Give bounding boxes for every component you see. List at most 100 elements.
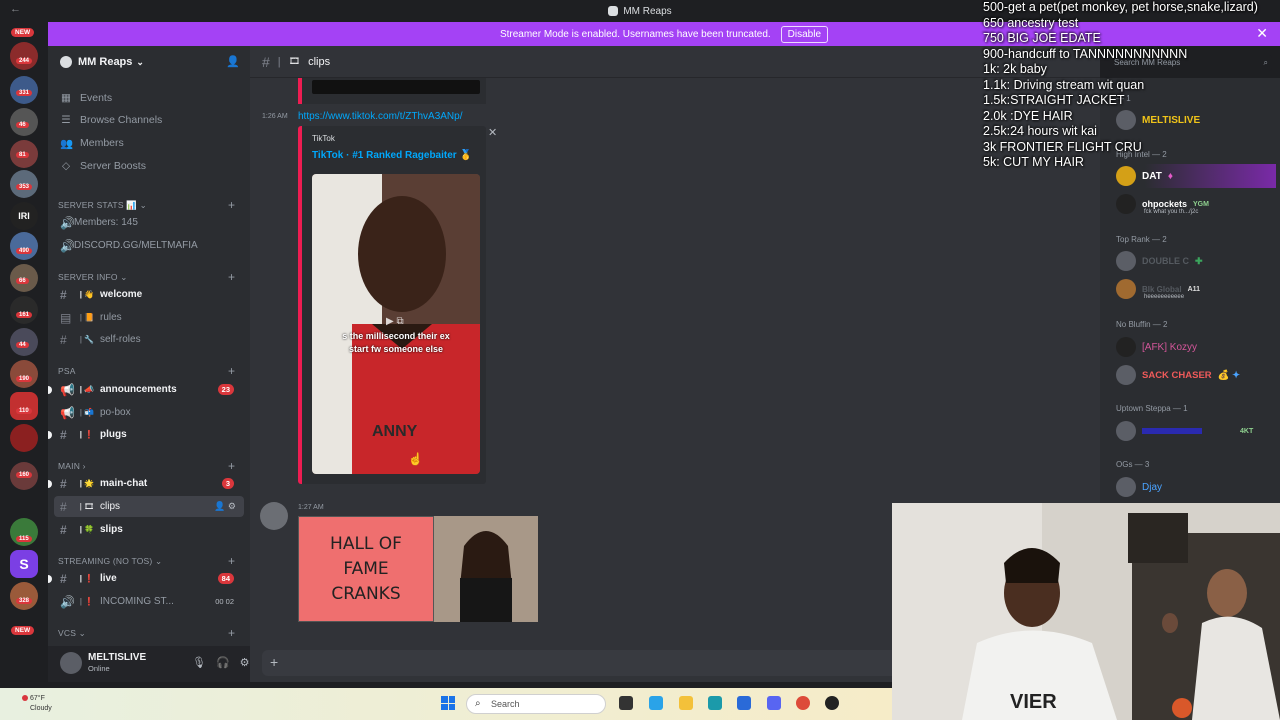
server-icon[interactable] [10, 232, 38, 260]
file-explorer-icon[interactable] [679, 696, 693, 710]
back-arrow-icon[interactable]: ← [10, 3, 21, 15]
category-streaming[interactable]: STREAMING (NO TOS) ⌄ + [58, 554, 235, 568]
embed-title[interactable]: TikTok · #1 Ranked Ragebaiter 🥇 [312, 150, 472, 161]
nav-browse-channels[interactable]: ☰ Browse Channels [60, 110, 162, 130]
member-item[interactable]: 4KT [1116, 420, 1253, 442]
goal-line: 3k FRONTIER FLIGHT CRU [983, 139, 1142, 154]
settings-icon[interactable]: 👤 ⚙ [214, 501, 236, 512]
mention-badge: 81 [16, 152, 29, 158]
member-item[interactable]: ohpockets YGM fck what you th.../j2c [1116, 193, 1209, 215]
avatar [1116, 279, 1136, 299]
server-icon-selected[interactable] [10, 392, 38, 420]
add-channel-icon[interactable]: + [228, 198, 235, 212]
member-category: No Bluffin — 2 [1116, 320, 1168, 329]
server-icon-s[interactable]: S [10, 550, 38, 578]
avatar[interactable] [60, 652, 82, 674]
channel-slips[interactable]: # | 🍀 slips [54, 519, 244, 540]
taskbar-search[interactable]: ⌕ Search [466, 694, 606, 714]
server-icon[interactable] [10, 296, 38, 324]
channel-main-chat[interactable]: # | 🌟 main-chat 3 [48, 473, 244, 494]
member-item[interactable]: Djay [1116, 476, 1162, 498]
obs-icon[interactable] [825, 696, 839, 710]
channel-live[interactable]: # | ❗ live 84 [48, 568, 244, 589]
weather-widget[interactable]: 67°F Cloudy [30, 694, 52, 714]
channel-po-box[interactable]: 📢 | 📬 po-box [54, 402, 244, 423]
portrait-image [434, 516, 538, 622]
member-item[interactable]: Blk Global A11 heeeeeeeeeee [1116, 278, 1200, 300]
hof-line-1: HALL OF [330, 533, 402, 554]
hash-icon: # [60, 476, 67, 491]
play-icon[interactable]: ▶ ⧉ [386, 316, 404, 327]
member-item[interactable]: [AFK] Kozyy [1116, 336, 1197, 358]
user-name: MELTISLIVE [88, 652, 147, 663]
copilot-icon[interactable] [649, 696, 663, 710]
members-icon: 👥 [60, 137, 74, 150]
add-attachment-icon[interactable]: + [270, 654, 278, 670]
channel-members-count[interactable]: 🔊 Members: 145 [54, 212, 244, 233]
add-channel-icon[interactable]: + [228, 270, 235, 284]
settings-icon[interactable]: ⚙ [240, 656, 250, 669]
webcam-feed: VIER [892, 503, 1280, 720]
nav-events[interactable]: ▦ Events [60, 88, 112, 108]
message-link[interactable]: https://www.tiktok.com/t/ZThvA3ANp/ [298, 111, 463, 122]
close-icon[interactable]: ✕ [488, 126, 497, 139]
store-icon[interactable] [737, 696, 751, 710]
hash-icon: # [60, 499, 67, 514]
server-icon[interactable] [10, 42, 38, 70]
server-header[interactable]: MM Reaps ⌄ 👤 [48, 46, 250, 78]
channel-incoming-stream[interactable]: 🔊 | ❗ INCOMING ST... 00 02 [54, 591, 244, 612]
channel-announcements[interactable]: 📢 | 📣 announcements 23 [48, 379, 244, 400]
discord-app-icon[interactable] [767, 696, 781, 710]
invite-icon[interactable]: 👤 [226, 55, 240, 68]
mention-badge: 66 [16, 278, 29, 284]
svg-text:VIER: VIER [1010, 691, 1057, 713]
member-category: Uptown Steppa — 1 [1116, 404, 1188, 413]
category-psa[interactable]: PSA + [58, 364, 235, 378]
headphones-icon[interactable]: 🎧 [216, 656, 230, 669]
member-item[interactable]: SACK CHASER 💰 ✦ [1116, 364, 1240, 386]
mouse-cursor-icon: ☝ [408, 452, 423, 466]
hash-icon: # [60, 332, 67, 347]
add-channel-icon[interactable]: + [228, 626, 235, 640]
announcement-icon: 📢 [60, 382, 75, 397]
category-server-info[interactable]: SERVER INFO ⌄ + [58, 270, 235, 284]
task-view-icon[interactable] [619, 696, 633, 710]
nav-members[interactable]: 👥 Members [60, 133, 124, 153]
add-channel-icon[interactable]: + [228, 554, 235, 568]
disable-streamer-mode-button[interactable]: Disable [780, 25, 829, 43]
category-main[interactable]: MAIN › + [58, 459, 235, 473]
banner-text: Streamer Mode is enabled. Usernames have… [499, 28, 771, 40]
channel-invite[interactable]: 🔊 DISCORD.GG/MELTMAFIA [54, 235, 244, 256]
edge-icon[interactable] [708, 696, 722, 710]
avatar [1116, 337, 1136, 357]
channel-self-roles[interactable]: # | 🔧 self-roles [54, 329, 244, 350]
channel-plugs[interactable]: # | ❗ plugs [48, 424, 244, 445]
microphone-icon[interactable]: 🎙 [192, 656, 206, 669]
category-vcs[interactable]: VCs ⌄ + [58, 626, 235, 640]
add-channel-icon[interactable]: + [228, 364, 235, 378]
avatar[interactable] [260, 502, 288, 530]
windows-start-icon[interactable] [441, 696, 455, 710]
channel-welcome[interactable]: # | 👋 welcome [54, 284, 244, 305]
unread-count-badge: 84 [217, 573, 234, 584]
video-thumbnail[interactable]: ANNY ▶ ⧉ s the millisecond their ex star… [312, 174, 480, 474]
channel-sidebar: MM Reaps ⌄ 👤 ▦ Events ☰ Browse Channels 👥 M… [48, 46, 298, 682]
rules-icon: ▤ [60, 310, 72, 325]
nav-server-boosts[interactable]: ◇ Server Boosts [60, 156, 146, 176]
user-count: 00 02 [215, 597, 234, 606]
channel-rules[interactable]: ▤ | 📙 rules [54, 307, 244, 328]
server-icon[interactable] [10, 582, 38, 610]
mention-badge: 190 [16, 376, 33, 382]
message-timestamp: 1:26 AM [262, 113, 288, 120]
server-icon[interactable] [10, 424, 38, 452]
channel-clips[interactable]: # | 🎞 clips 👤 ⚙ [54, 496, 244, 517]
server-icon-iri[interactable]: IRI [10, 202, 38, 230]
chrome-icon[interactable] [796, 696, 810, 710]
mention-badge: 161 [16, 312, 33, 318]
category-server-stats[interactable]: SERVER STATS 📊 ⌄ + [58, 198, 235, 212]
add-channel-icon[interactable]: + [228, 459, 235, 473]
image-attachment[interactable]: HALL OF FAME CRANKS [298, 516, 538, 622]
server-icon[interactable] [10, 360, 38, 388]
member-item[interactable]: DOUBLE C ✚ [1116, 250, 1203, 272]
caption-line-2: start fw someone else [348, 344, 444, 354]
